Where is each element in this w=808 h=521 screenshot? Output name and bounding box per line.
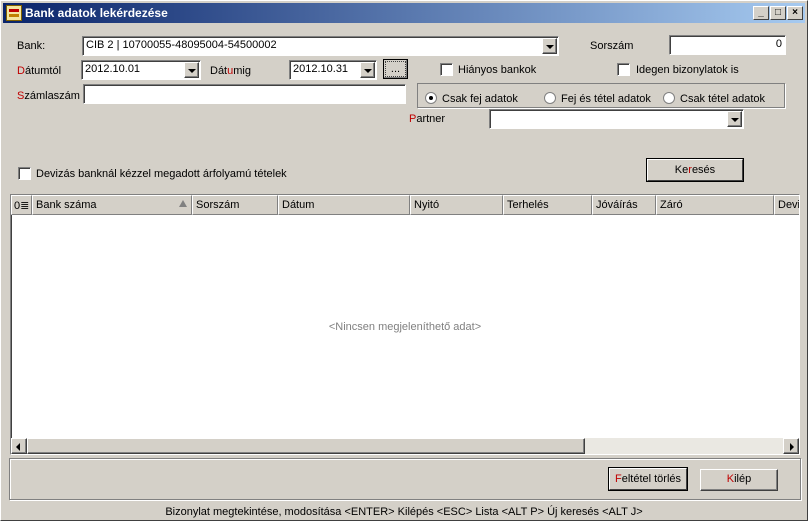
datumtol-dropdown-button[interactable] [184, 62, 199, 78]
bank-label: Bank: [17, 40, 46, 52]
feltetel-torles-button[interactable]: Feltétel törlés [608, 467, 688, 491]
app-icon [6, 5, 22, 21]
datumtol-value: 2012.10.01 [85, 63, 141, 75]
devizas-checkbox[interactable] [18, 167, 31, 180]
date-picker-button[interactable]: ... [383, 59, 408, 79]
grid-header: 0≣ Bank száma Sorszám Dátum Nyitó Terhel… [11, 195, 799, 215]
title-bar[interactable]: Bank adatok lekérdezése _ □ × [3, 3, 805, 23]
partner-combobox[interactable] [489, 109, 744, 129]
bank-dropdown-button[interactable] [542, 38, 557, 54]
szamlaszam-input[interactable] [83, 84, 406, 104]
radio-csak-fej-label: Csak fej adatok [442, 93, 518, 105]
col-nyito[interactable]: Nyitó [410, 195, 503, 215]
szamlaszam-label: Számlaszám [17, 90, 80, 102]
col-bank-szama[interactable]: Bank száma [32, 195, 192, 215]
sort-ascending-icon [179, 200, 187, 207]
kilep-button[interactable]: Kilép [700, 469, 778, 491]
col-zaro[interactable]: Záró [656, 195, 774, 215]
datumtol-date-field[interactable]: 2012.10.01 [81, 60, 201, 80]
window-title: Bank adatok lekérdezése [25, 6, 168, 20]
col-selector[interactable]: 0≣ [11, 195, 32, 215]
datumtol-label: Dátumtól [17, 65, 62, 77]
results-grid[interactable]: 0≣ Bank száma Sorszám Dátum Nyitó Terhel… [10, 194, 800, 455]
main-window: Bank adatok lekérdezése _ □ × Bank: CIB … [0, 0, 808, 521]
scroll-thumb[interactable] [27, 438, 585, 454]
bank-combobox[interactable]: CIB 2 | 10700055-48095004-54500002 [82, 36, 559, 56]
col-datum[interactable]: Dátum [278, 195, 410, 215]
datumig-label: Dátumig [210, 65, 251, 77]
radio-csak-fej[interactable] [425, 92, 437, 104]
close-button[interactable]: × [787, 6, 803, 20]
col-devi[interactable]: Devi [774, 195, 799, 215]
bank-value: CIB 2 | 10700055-48095004-54500002 [86, 39, 277, 51]
sorszam-input[interactable]: 0 [669, 35, 786, 55]
partner-dropdown-button[interactable] [727, 111, 742, 127]
idegen-checkbox[interactable] [617, 63, 630, 76]
hianyos-label: Hiányos bankok [458, 64, 537, 76]
minimize-button[interactable]: _ [753, 6, 769, 20]
maximize-button[interactable]: □ [770, 6, 786, 20]
radio-csak-tetel-label: Csak tétel adatok [680, 93, 765, 105]
status-bar: Bizonylat megtekintése, modosítása <ENTE… [165, 506, 643, 518]
sorszam-label: Sorszám [590, 40, 634, 52]
radio-fej-es-tetel-label: Fej és tétel adatok [561, 93, 651, 105]
datumig-dropdown-button[interactable] [360, 62, 375, 78]
horizontal-scrollbar[interactable] [11, 438, 799, 454]
col-sorszam[interactable]: Sorszám [192, 195, 278, 215]
devizas-label: Devizás banknál kézzel megadott árfolyam… [36, 168, 287, 180]
radio-csak-tetel[interactable] [663, 92, 675, 104]
col-jovairas[interactable]: Jóváírás [592, 195, 656, 215]
col-terheles[interactable]: Terhelés [503, 195, 592, 215]
kereses-button[interactable]: Keresés [646, 158, 744, 182]
scroll-left-button[interactable] [11, 438, 27, 454]
scroll-right-button[interactable] [783, 438, 799, 454]
datumig-value: 2012.10.31 [293, 63, 349, 75]
radio-fej-es-tetel[interactable] [544, 92, 556, 104]
datumig-date-field[interactable]: 2012.10.31 [289, 60, 377, 80]
partner-label: Partner [409, 113, 446, 125]
hianyos-checkbox[interactable] [440, 63, 453, 76]
empty-grid-message: <Nincsen megjeleníthető adat> [328, 321, 482, 333]
idegen-label: Idegen bizonylatok is [636, 64, 739, 76]
